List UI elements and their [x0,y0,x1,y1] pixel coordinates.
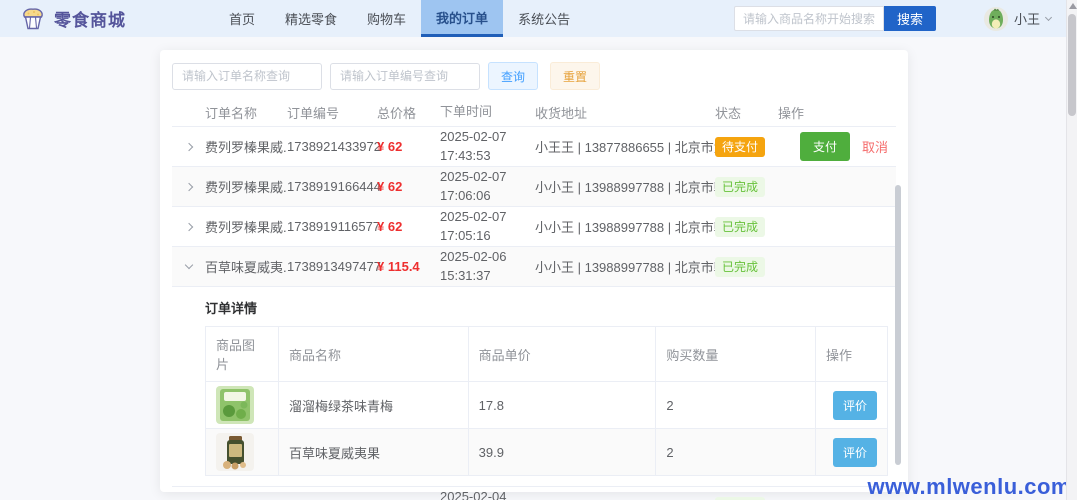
navbar-right: 搜索 小王 [734,0,1077,37]
order-name: 费列罗榛果威... [205,177,287,196]
order-row-expanded: 百草味夏威夷... 1738913497477 ¥ 115.4 2025-02-… [172,247,896,287]
order-row: 粉粉薯片等2... 1738913239880 ¥ 17.2 2025-02-0… [172,487,896,500]
expand-arrow-icon[interactable] [184,142,192,150]
order-price: ¥ 62 [377,219,440,234]
detail-col-name: 商品名称 [278,327,468,382]
review-button[interactable]: 评价 [833,391,877,420]
reset-button[interactable]: 重置 [550,62,600,90]
order-time: 2025-02-07 17:06:06 [440,168,535,206]
user-menu[interactable]: 小王 [984,7,1051,31]
product-name: 百草味夏威夷果 [278,429,468,476]
orders-table-header: 订单名称 订单编号 总价格 下单时间 收货地址 状态 操作 [172,99,896,127]
detail-row: 百草味夏威夷果 39.9 2 评价 [206,429,888,476]
order-page: 零食商城 首页 精选零食 购物车 我的订单 系统公告 搜索 [0,0,1077,500]
brand[interactable]: 零食商城 [20,0,126,37]
order-name: 费列罗榛果威... [205,217,287,236]
order-row: 费列罗榛果威... 1738919116577 ¥ 62 2025-02-07 … [172,207,896,247]
detail-row: 溜溜梅绿茶味青梅 17.8 2 评价 [206,382,888,429]
order-number: 1738919116577 [287,219,377,234]
nav-item-my-orders[interactable]: 我的订单 [421,0,503,37]
user-caret-icon [1045,13,1052,20]
pay-button[interactable]: 支付 [800,132,850,161]
order-time: 2025-02-04 15:27:19 [440,488,535,500]
col-order-number: 订单编号 [287,103,377,122]
col-address: 收货地址 [535,103,715,122]
watermark: www.mlwenlu.com [868,474,1072,500]
order-address: 小小王 | 13988997788 | 北京市朝阳区东... [535,257,715,276]
status-badge-done: 已完成 [715,217,765,237]
col-order-time: 下单时间 [440,103,535,122]
order-time: 2025-02-07 17:43:53 [440,128,535,166]
order-name: 百草味夏威夷... [205,257,287,276]
order-address: 小小王 | 13988997788 | 北京市朝阳区东... [535,177,715,196]
order-number: 1738921433972 [287,139,377,154]
status-badge-pending: 待支付 [715,137,765,157]
expand-arrow-icon[interactable] [184,222,192,230]
nav-menu: 首页 精选零食 购物车 我的订单 系统公告 [214,0,585,37]
product-qty: 2 [656,382,816,429]
detail-col-ops: 操作 [816,327,888,382]
order-name-filter-input[interactable] [172,63,322,90]
order-name: 费列罗榛果威... [205,137,287,156]
filter-bar: 查询 重置 [172,62,896,90]
review-button[interactable]: 评价 [833,438,877,467]
order-number: 1738919166444 [287,179,377,194]
table-scrollbar[interactable] [895,185,901,465]
status-badge-done: 已完成 [715,177,765,197]
scrollbar-thumb[interactable] [1068,14,1076,116]
expand-arrow-icon[interactable] [184,182,192,190]
order-address: 小小王 | 13988997788 | 北京市朝阳区东... [535,217,715,236]
brand-title: 零食商城 [54,6,126,31]
muffin-logo-icon [20,6,46,32]
top-navbar: 零食商城 首页 精选零食 购物车 我的订单 系统公告 搜索 [0,0,1077,37]
order-address: 小王王 | 13877886655 | 北京市大兴区枫... [535,137,715,156]
product-qty: 2 [656,429,816,476]
order-number-filter-input[interactable] [330,63,480,90]
detail-col-image: 商品图片 [206,327,279,382]
order-row: 费列罗榛果威... 1738921433972 ¥ 62 2025-02-07 … [172,127,896,167]
user-name: 小王 [1014,9,1040,28]
order-number: 1738913497477 [287,259,377,274]
detail-col-qty: 购买数量 [656,327,816,382]
avatar [984,7,1008,31]
order-detail-panel: 订单详情 商品图片 商品名称 商品单价 购买数量 操作 [172,287,896,487]
order-price: ¥ 62 [377,139,440,154]
detail-col-price: 商品单价 [468,327,656,382]
product-image-macadamia-jar [216,433,254,471]
orders-table: 订单名称 订单编号 总价格 下单时间 收货地址 状态 操作 费列罗榛果威... … [172,99,896,500]
col-order-name: 订单名称 [205,103,287,122]
product-search-input[interactable] [734,6,884,31]
order-time: 2025-02-07 17:05:16 [440,208,535,246]
order-detail-table: 商品图片 商品名称 商品单价 购买数量 操作 [205,326,888,476]
order-detail-title: 订单详情 [205,298,896,317]
col-status: 状态 [715,103,778,122]
search-button[interactable]: 搜索 [884,6,936,31]
order-price: ¥ 62 [377,179,440,194]
nav-item-featured-snacks[interactable]: 精选零食 [270,0,352,37]
product-name: 溜溜梅绿茶味青梅 [278,382,468,429]
collapse-arrow-icon[interactable] [184,261,192,269]
order-time: 2025-02-06 15:31:37 [440,248,535,286]
col-operations: 操作 [778,103,896,122]
order-price: ¥ 115.4 [377,259,440,274]
scrollbar-up-arrow-icon[interactable] [1069,3,1077,9]
nav-item-cart[interactable]: 购物车 [352,0,421,37]
nav-item-home[interactable]: 首页 [214,0,270,37]
query-button[interactable]: 查询 [488,62,538,90]
status-badge-done: 已完成 [715,257,765,277]
product-image-green-plum-pack [216,386,254,424]
window-scrollbar[interactable] [1066,0,1077,500]
order-row: 费列罗榛果威... 1738919166444 ¥ 62 2025-02-07 … [172,167,896,207]
cancel-link[interactable]: 取消 [862,137,888,156]
orders-card: 查询 重置 订单名称 订单编号 总价格 下单时间 收货地址 状态 操作 费列罗榛… [160,50,908,492]
col-total-price: 总价格 [377,103,440,122]
nav-item-announcements[interactable]: 系统公告 [503,0,585,37]
product-price: 17.8 [468,382,656,429]
product-price: 39.9 [468,429,656,476]
